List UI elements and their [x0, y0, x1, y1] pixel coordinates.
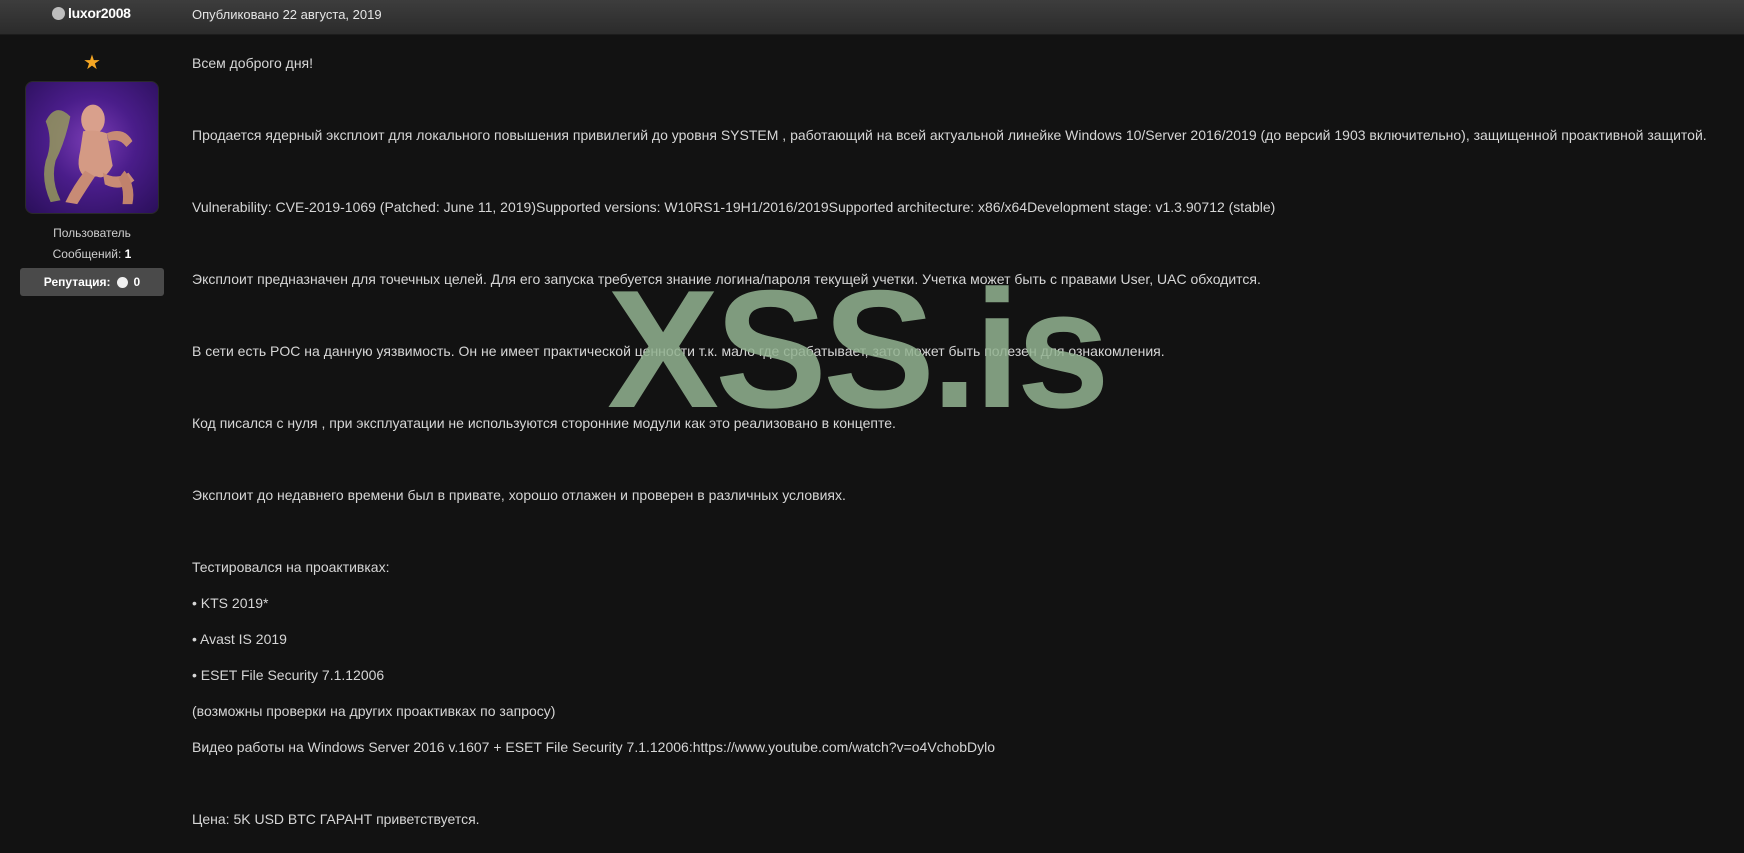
user-title: Пользователь: [53, 226, 131, 240]
reputation-badge[interactable]: Репутация: 0: [20, 268, 164, 296]
post-line: Продается ядерный эксплоит для локальног…: [192, 127, 1707, 143]
messages-count: 1: [124, 247, 132, 261]
post-author-link[interactable]: luxor2008: [68, 5, 131, 21]
post-header-bar: luxor2008 Опубликовано 22 августа, 2019: [0, 0, 1744, 35]
user-message-count: Сообщений: 1: [0, 247, 184, 261]
list-item: • KTS 2019*: [192, 595, 269, 611]
post-line: Эксплоит предназначен для точечных целей…: [192, 271, 1261, 287]
post-line: В сети есть POC на данную уязвимость. Он…: [192, 343, 1165, 359]
post-line: (возможны проверки на других проактивках…: [192, 703, 556, 719]
post-line: Код писался с нуля , при эксплуатации не…: [192, 415, 896, 431]
messages-label: Сообщений:: [52, 247, 122, 261]
post-line: Vulnerability: CVE-2019-1069 (Patched: J…: [192, 199, 1276, 215]
post-published-date[interactable]: Опубликовано 22 августа, 2019: [192, 7, 382, 22]
post-line: Всем доброго дня!: [192, 55, 314, 71]
avatar[interactable]: [25, 81, 159, 214]
user-status-icon: [52, 7, 65, 20]
star-icon: ★: [83, 52, 101, 74]
reputation-dot-icon: [116, 276, 128, 288]
list-item: • Avast IS 2019: [192, 631, 287, 647]
reputation-label: Репутация:: [43, 275, 111, 289]
post-line: Эксплоит до недавнего времени был в прив…: [192, 487, 846, 503]
post-line-with-link[interactable]: Видео работы на Windows Server 2016 v.16…: [192, 739, 995, 755]
post-line: Цена: 5K USD BTC ГАРАНТ приветствуется.: [192, 811, 480, 827]
reputation-value: 0: [133, 275, 141, 289]
list-item: • ESET File Security 7.1.12006: [192, 667, 385, 683]
post-line: Тестировался на проактивках:: [192, 559, 390, 575]
